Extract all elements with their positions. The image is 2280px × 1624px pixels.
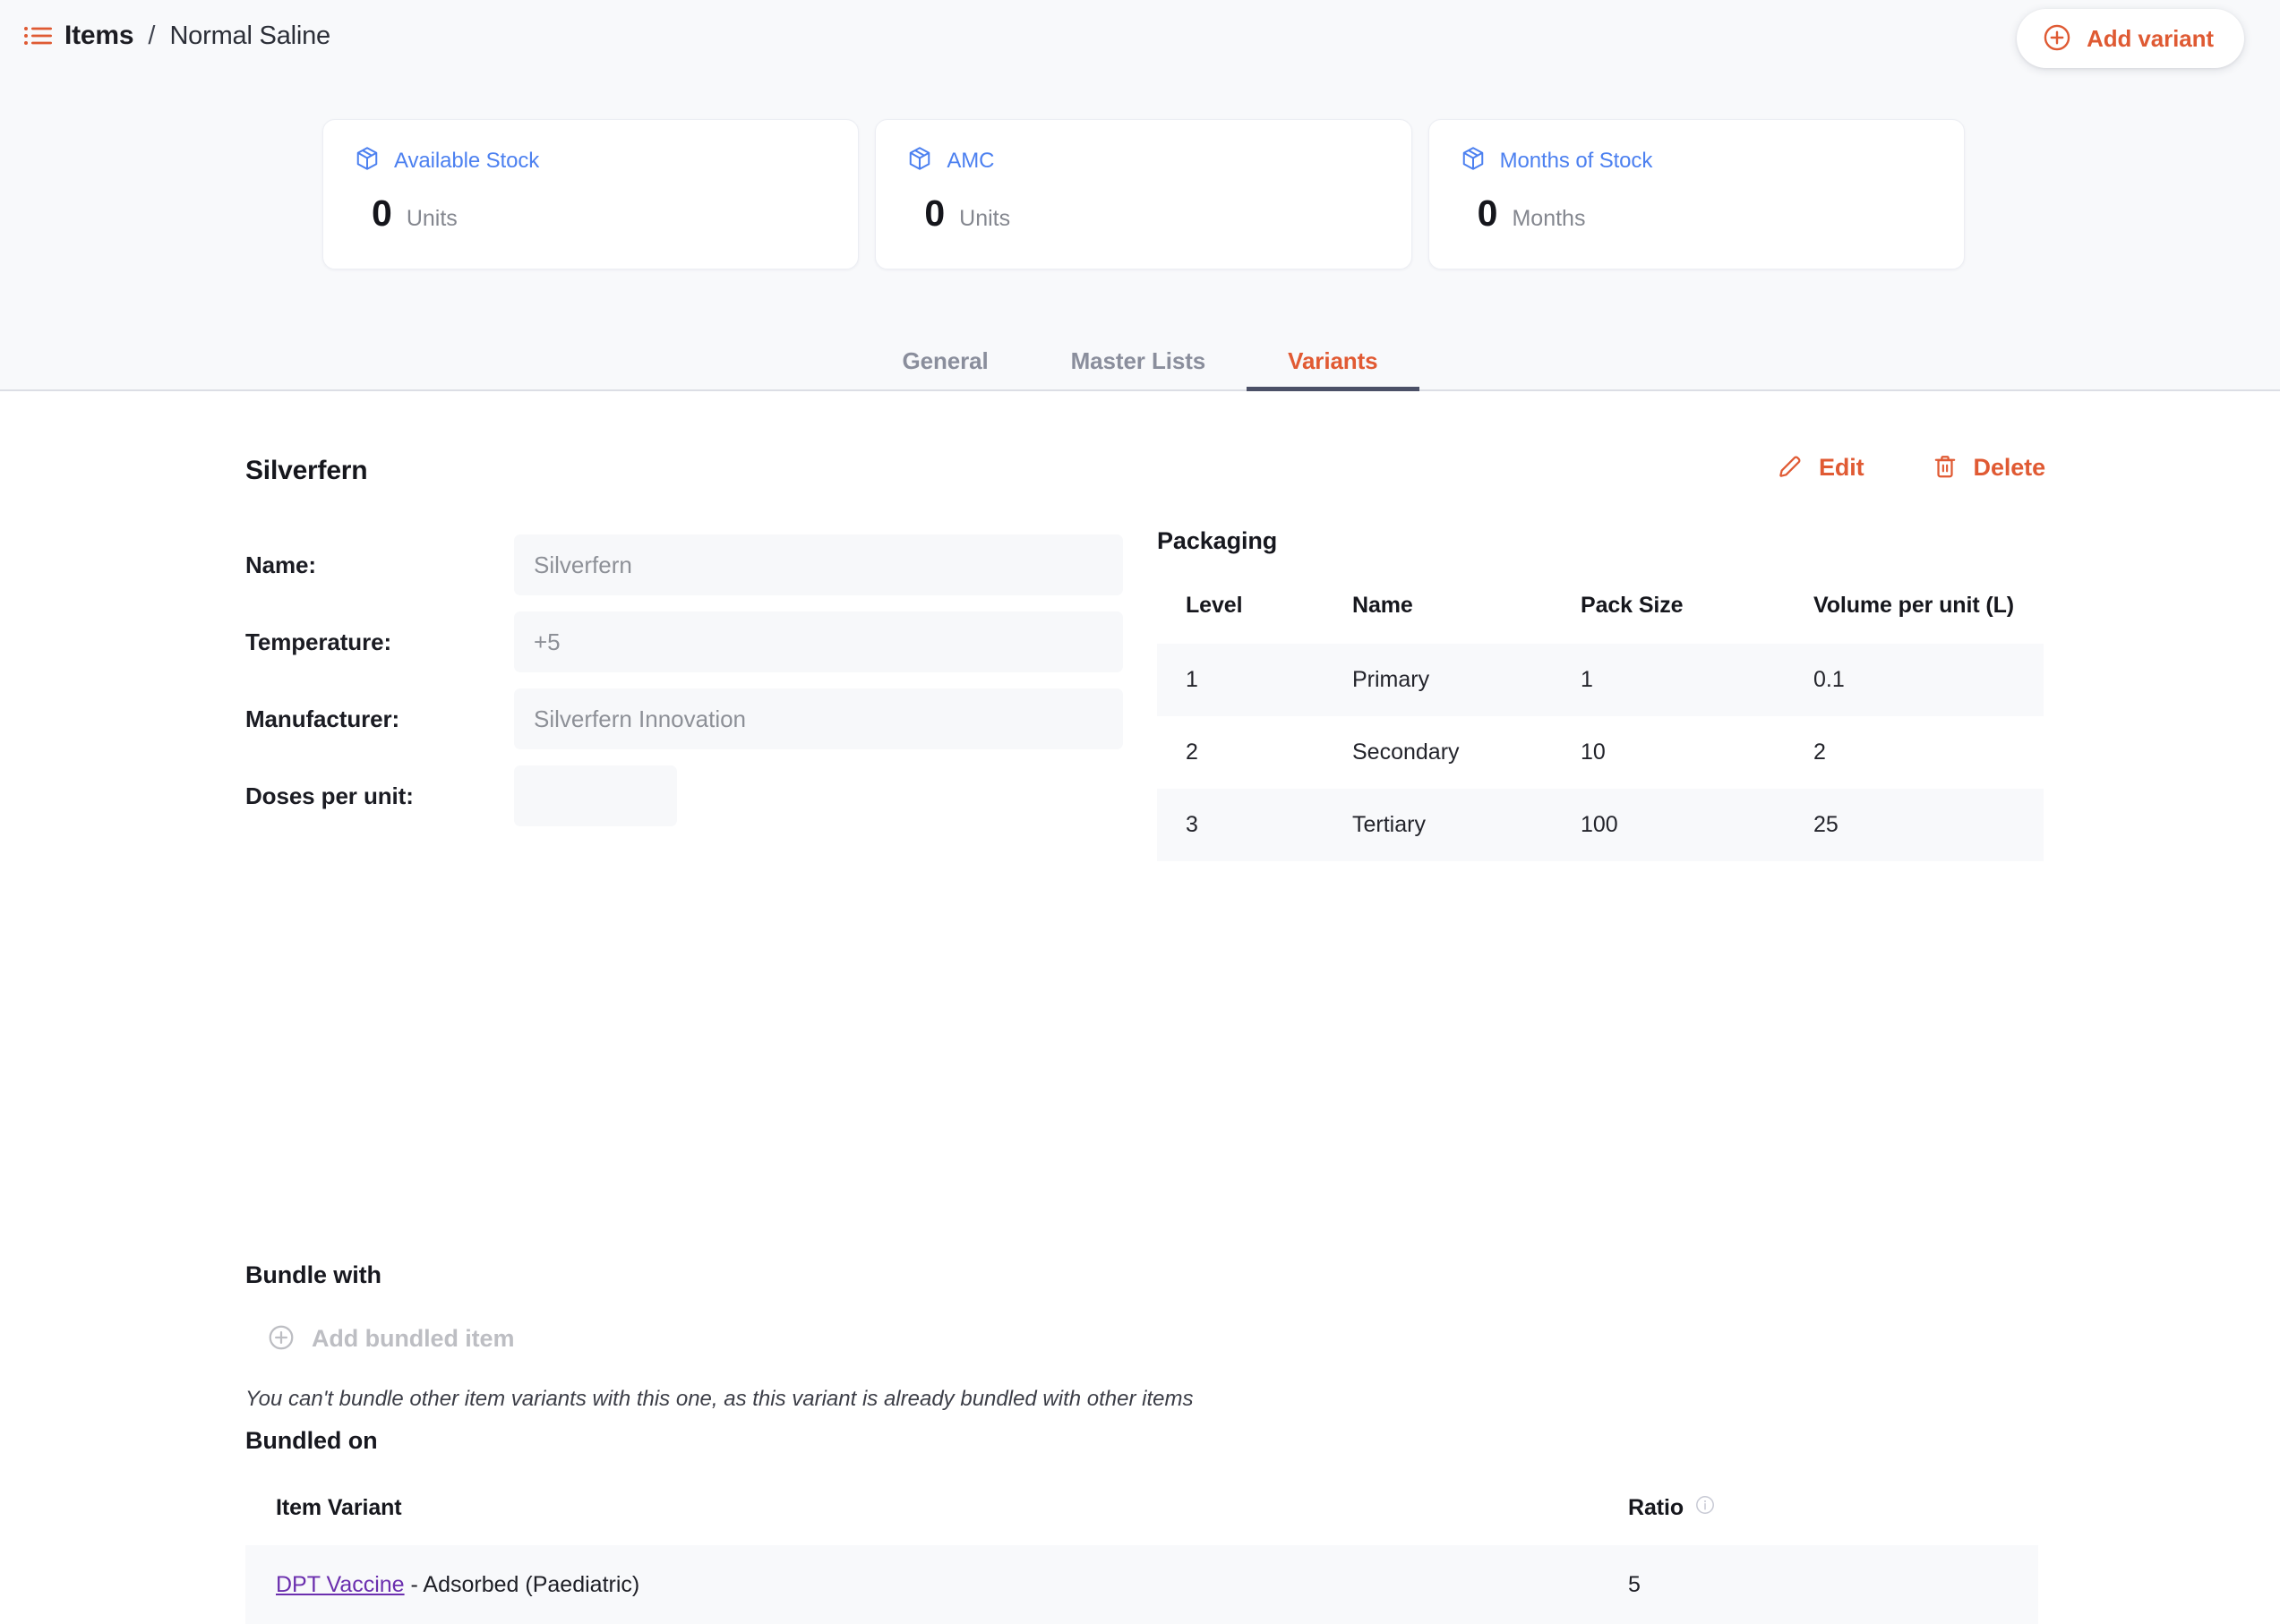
variant-title: Silverfern xyxy=(245,456,368,485)
cell-pack-size: 10 xyxy=(1581,739,1606,765)
field-label-temperature: Temperature: xyxy=(245,628,392,655)
table-row: 3 Tertiary 100 25 xyxy=(1157,789,2044,861)
stats-row: Available Stock 0 Units AMC 0 Units Mont… xyxy=(322,119,1965,269)
table-row: DPT Vaccine - Adsorbed (Paediatric) 5 xyxy=(245,1545,2038,1624)
package-icon xyxy=(1460,145,1487,176)
plus-circle-icon xyxy=(267,1323,296,1355)
list-icon xyxy=(23,24,52,47)
stat-unit: Months xyxy=(1512,206,1586,231)
cell-item-variant: DPT Vaccine - Adsorbed (Paediatric) xyxy=(245,1545,1598,1624)
page-header-region: Items / Normal Saline Add variant Availa… xyxy=(0,0,2280,391)
column-header-name: Name xyxy=(1352,593,1413,618)
packaging-table: Level Name Pack Size Volume per unit (L)… xyxy=(1157,593,2044,861)
cell-level: 3 xyxy=(1157,789,1324,861)
ratio-header-label: Ratio xyxy=(1628,1495,1684,1520)
cell-volume: 0.1 xyxy=(1785,644,2044,716)
edit-label: Edit xyxy=(1818,454,1864,481)
item-variant-link[interactable]: DPT Vaccine xyxy=(276,1572,405,1597)
package-icon xyxy=(906,145,933,176)
cell-ratio: 5 xyxy=(1598,1545,2038,1624)
info-icon[interactable] xyxy=(1694,1494,1716,1522)
pencil-icon xyxy=(1776,452,1804,483)
bundle-with-title: Bundle with xyxy=(245,1261,381,1288)
bundled-on-section: Bundled on Item Variant Ratio DPT Vaccin… xyxy=(245,1427,2038,1624)
cell-pack-size: 1 xyxy=(1552,644,1785,716)
field-label-manufacturer: Manufacturer: xyxy=(245,705,400,732)
variant-actions: Edit Delete xyxy=(1772,449,2049,487)
name-field[interactable] xyxy=(514,534,1123,595)
field-label-doses-per-unit: Doses per unit: xyxy=(245,782,414,809)
bundled-on-table: Item Variant Ratio DPT Vaccine - Adsorbe… xyxy=(245,1494,2038,1624)
edit-button[interactable]: Edit xyxy=(1772,449,1868,487)
table-row: 2 Secondary 10 2 xyxy=(1157,716,2044,789)
cell-pack-size: 100 xyxy=(1552,789,1785,861)
stat-unit: Units xyxy=(406,206,458,231)
temperature-field[interactable] xyxy=(514,611,1123,672)
plus-circle-icon xyxy=(2042,22,2072,56)
packaging-title: Packaging xyxy=(1157,527,1278,554)
trash-icon xyxy=(1931,452,1959,483)
form-row-manufacturer: Manufacturer: xyxy=(245,681,1132,756)
breadcrumb: Items / Normal Saline xyxy=(23,21,330,51)
stat-value: 0 xyxy=(372,192,392,234)
form-row-doses-per-unit: Doses per unit: xyxy=(245,758,1132,833)
stat-label: Months of Stock xyxy=(1499,148,1653,173)
packaging-section: Packaging Level Name Pack Size Volume pe… xyxy=(1157,527,2044,861)
column-header-pack-size: Pack Size xyxy=(1581,593,1684,618)
field-label-name: Name: xyxy=(245,551,316,578)
stat-card-amc: AMC 0 Units xyxy=(875,119,1412,269)
package-icon xyxy=(354,145,381,176)
stat-unit: Units xyxy=(959,206,1011,231)
add-bundled-item-label: Add bundled item xyxy=(312,1325,515,1352)
column-header-item-variant: Item Variant xyxy=(276,1495,402,1520)
breadcrumb-separator: / xyxy=(148,21,156,50)
item-variant-suffix: - Adsorbed (Paediatric) xyxy=(404,1571,640,1597)
stat-value: 0 xyxy=(924,192,946,234)
column-header-level: Level xyxy=(1186,593,1243,618)
stat-card-available-stock: Available Stock 0 Units xyxy=(322,119,860,269)
tab-master-lists[interactable]: Master Lists xyxy=(1030,331,1247,391)
add-variant-button[interactable]: Add variant xyxy=(2017,9,2244,68)
cell-name: Primary xyxy=(1324,644,1552,716)
add-variant-label: Add variant xyxy=(2087,24,2214,52)
delete-button[interactable]: Delete xyxy=(1927,449,2049,487)
cell-volume: 25 xyxy=(1785,789,2044,861)
cell-volume: 2 xyxy=(1813,739,1826,765)
bundled-on-title: Bundled on xyxy=(245,1427,378,1454)
tab-variants[interactable]: Variants xyxy=(1247,331,1419,391)
table-header-row: Item Variant Ratio xyxy=(245,1494,2038,1545)
breadcrumb-current: Normal Saline xyxy=(169,21,330,50)
stat-label: AMC xyxy=(947,148,995,173)
manufacturer-field[interactable] xyxy=(514,688,1123,749)
form-row-temperature: Temperature: xyxy=(245,604,1132,680)
table-row: 1 Primary 1 0.1 xyxy=(1157,644,2044,716)
column-header-volume: Volume per unit (L) xyxy=(1813,593,2015,618)
variant-form: Name: Temperature: Manufacturer: Doses p… xyxy=(245,527,1132,835)
bundle-with-section: Bundle with Add bundled item You can't b… xyxy=(245,1261,1678,1412)
tab-bar: General Master Lists Variants xyxy=(0,331,2280,391)
bundle-with-note: You can't bundle other item variants wit… xyxy=(245,1387,1194,1411)
stat-label: Available Stock xyxy=(394,148,540,173)
table-header-row: Level Name Pack Size Volume per unit (L) xyxy=(1157,593,2044,644)
form-row-name: Name: xyxy=(245,527,1132,603)
cell-name: Secondary xyxy=(1352,739,1460,765)
stat-card-months-of-stock: Months of Stock 0 Months xyxy=(1427,119,1965,269)
stat-value: 0 xyxy=(1477,192,1498,234)
breadcrumb-root[interactable]: Items xyxy=(64,21,134,51)
doses-per-unit-field[interactable] xyxy=(514,765,677,826)
add-bundled-item-button[interactable]: Add bundled item xyxy=(267,1323,514,1355)
tab-general[interactable]: General xyxy=(861,331,1029,391)
delete-label: Delete xyxy=(1973,454,2046,481)
cell-name: Tertiary xyxy=(1324,789,1552,861)
column-header-ratio: Ratio xyxy=(1598,1494,2038,1545)
cell-level: 1 xyxy=(1157,644,1324,716)
cell-level: 2 xyxy=(1186,739,1198,765)
